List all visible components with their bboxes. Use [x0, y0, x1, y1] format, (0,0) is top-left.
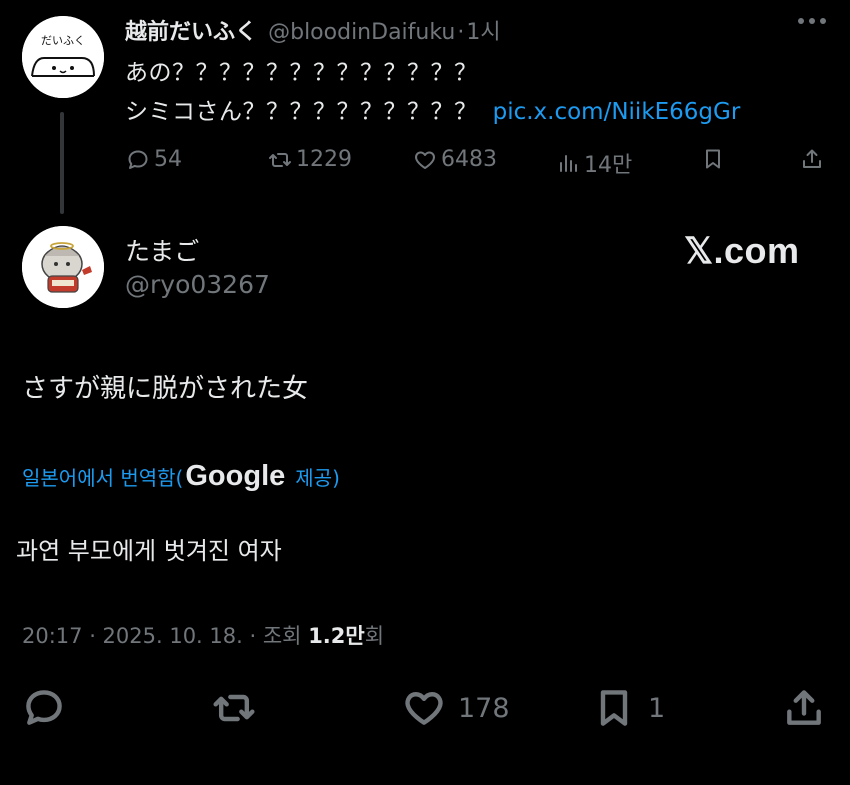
views-unit-bold: 만 — [345, 624, 365, 648]
reply-icon — [26, 690, 62, 725]
parent-retweet-count: 1229 — [296, 147, 352, 172]
parent-media-link[interactable]: pic.x.com/NiikE66gGr — [493, 99, 741, 125]
bookmark-icon — [600, 690, 628, 726]
translated-text: 과연 부모에게 벗겨진 여자 — [16, 537, 282, 565]
translation-notice[interactable]: 일본어에서 번역함( Google 제공) — [22, 460, 340, 493]
x-com-watermark: 𝕏.com — [684, 230, 800, 271]
separator-dot: · — [457, 20, 465, 45]
tweet-meta: 20:17 · 2025. 10. 18. · 조회 1.2만회 — [22, 620, 384, 650]
tweet-timestamp[interactable]: 20:17 · 2025. 10. 18. · — [22, 624, 256, 648]
parent-like-count: 6483 — [441, 147, 497, 172]
views-chart-icon — [560, 155, 577, 172]
main-bookmark-count: 1 — [648, 692, 666, 724]
bookmark-icon — [706, 149, 720, 169]
more-options-icon[interactable] — [798, 18, 826, 24]
parent-display-name[interactable]: 越前だいふく — [125, 20, 257, 45]
translation-suffix: 제공) — [295, 466, 340, 490]
parent-like-button[interactable]: 6483 — [413, 147, 497, 172]
main-reply-button[interactable] — [22, 686, 66, 730]
main-share-button[interactable] — [782, 686, 826, 730]
parent-view-count: 14만 — [584, 153, 633, 178]
main-bookmark-button[interactable]: 1 — [592, 686, 665, 730]
parent-text-line-1: あの？？？？？？？？？？？？？ — [125, 60, 478, 86]
parent-retweet-button[interactable]: 1229 — [268, 147, 352, 172]
share-icon — [787, 690, 821, 725]
google-logo: Google — [185, 460, 286, 492]
parent-bookmark-button[interactable] — [701, 147, 725, 171]
translation-prefix: 일본어에서 번역함( — [22, 466, 184, 490]
heart-icon — [405, 692, 443, 725]
main-avatar[interactable] — [22, 226, 104, 308]
views-label: 조회 — [262, 624, 302, 648]
parent-time[interactable]: 1시 — [466, 20, 500, 45]
share-icon — [803, 149, 821, 168]
parent-header: 越前だいふく @bloodinDaifuku·1시 — [125, 14, 501, 46]
main-like-count: 178 — [458, 692, 510, 724]
daifuku-avatar-icon: だいふく — [22, 16, 104, 98]
retweet-icon — [213, 694, 255, 722]
parent-text-line-2: シミコさん？？？？？？？？？？ — [125, 99, 478, 125]
parent-handle[interactable]: @bloodinDaifuku — [268, 20, 455, 45]
parent-views-button[interactable]: 14만 — [556, 147, 632, 179]
views-unit: 회 — [364, 624, 385, 648]
heart-icon — [415, 151, 435, 169]
parent-share-button[interactable] — [800, 147, 824, 171]
retweet-icon — [269, 152, 291, 167]
svg-text:だいふく: だいふく — [41, 34, 85, 47]
tamago-avatar-icon — [22, 226, 104, 308]
thread-connector-line — [60, 112, 64, 214]
main-tweet-text: さすが親に脱がされた女 — [22, 374, 309, 404]
main-handle[interactable]: @ryo03267 — [125, 270, 270, 299]
main-display-name[interactable]: たまご — [125, 232, 199, 268]
views-number: 1.2 — [308, 624, 346, 648]
parent-text-line-2-row: シミコさん？？？？？？？？？？ pic.x.com/NiikE66gGr — [125, 92, 740, 126]
parent-avatar[interactable]: だいふく — [22, 16, 104, 98]
parent-reply-button[interactable]: 54 — [126, 147, 182, 172]
reply-icon — [128, 150, 148, 169]
main-like-button[interactable]: 178 — [402, 686, 510, 730]
parent-reply-count: 54 — [154, 147, 182, 172]
main-retweet-button[interactable] — [212, 686, 256, 730]
